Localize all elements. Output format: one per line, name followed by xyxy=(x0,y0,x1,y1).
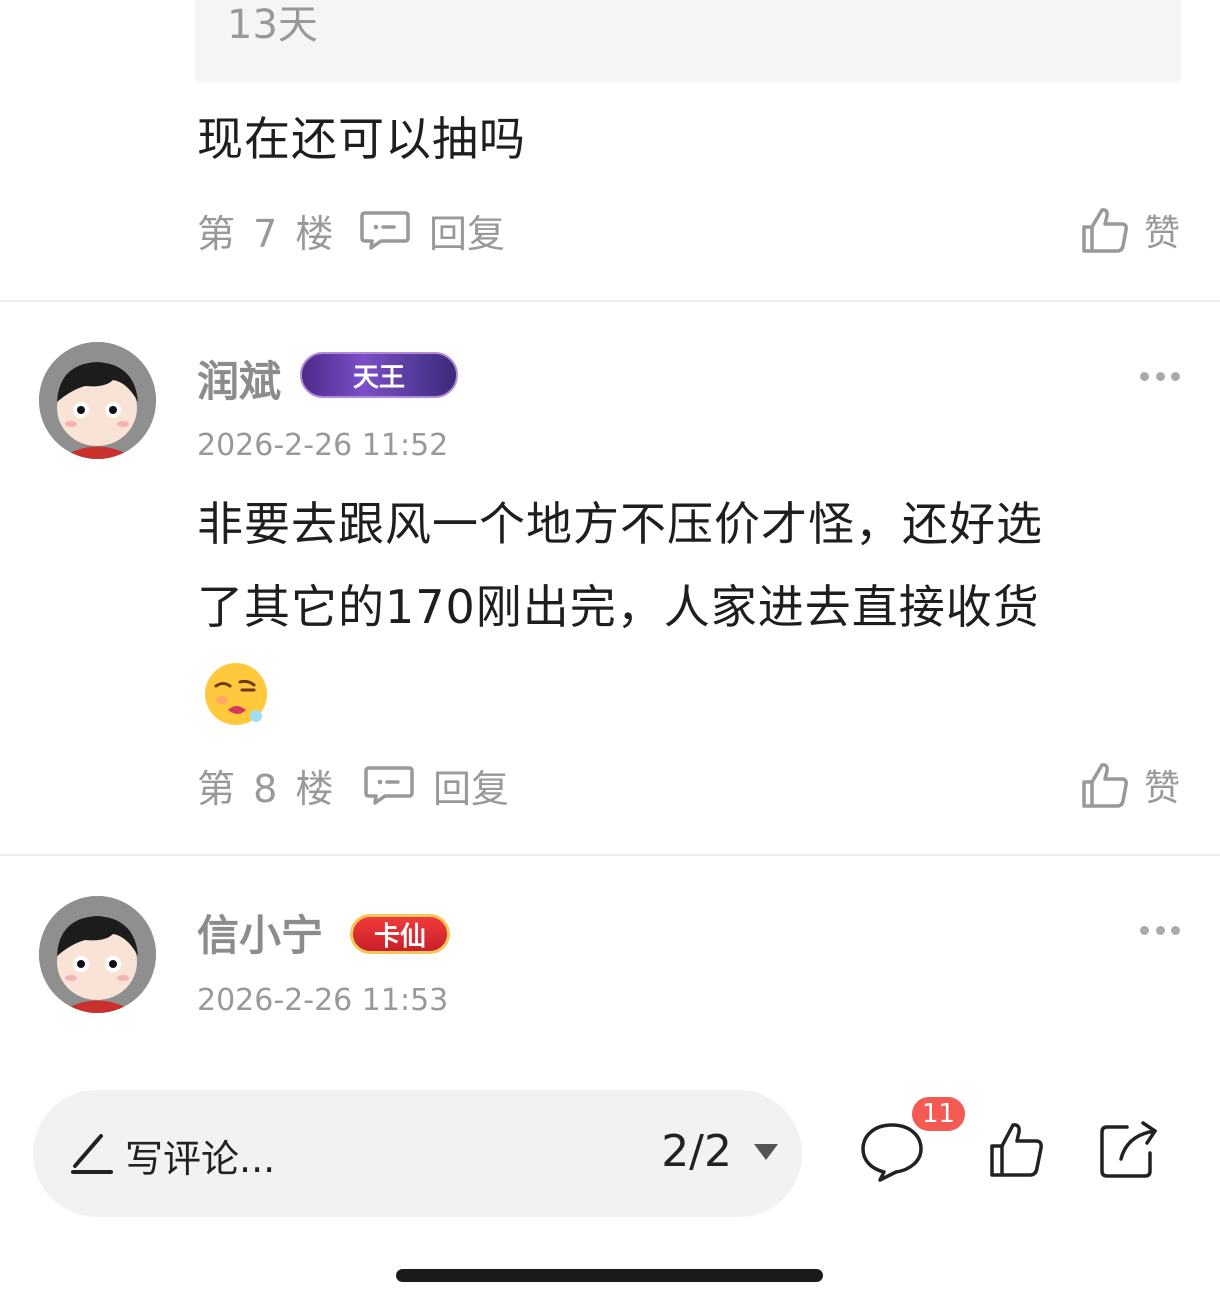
more-dot-icon xyxy=(1140,925,1149,935)
more-dot-icon xyxy=(1140,371,1149,381)
floor-number: 第 8 楼 xyxy=(197,766,337,811)
more-options-button[interactable] xyxy=(1140,370,1180,382)
home-indicator[interactable] xyxy=(396,1269,823,1282)
comment-icon[interactable] xyxy=(858,1119,926,1183)
post-divider xyxy=(0,854,1220,856)
level-badge[interactable]: 天王 xyxy=(300,352,458,398)
thumbs-up-icon xyxy=(1082,208,1128,253)
pencil-icon xyxy=(71,1134,113,1174)
like-label: 赞 xyxy=(1143,768,1180,809)
avatar[interactable] xyxy=(39,342,156,459)
post-timestamp: 2026-2-26 11:53 xyxy=(197,983,449,1018)
reply-icon xyxy=(364,766,414,805)
post-content-line: 了其它的170刚出完，人家进去直接收货 xyxy=(197,580,1040,634)
reply-label: 回复 xyxy=(429,211,506,256)
level-badge[interactable]: 卡仙 xyxy=(350,914,450,954)
more-dot-icon xyxy=(1171,371,1180,381)
more-dot-icon xyxy=(1171,925,1180,935)
thumbs-up-icon[interactable] xyxy=(987,1119,1045,1179)
floor-number: 第 7 楼 xyxy=(197,211,337,256)
post-meta-row: 第 7 楼 回复 赞 xyxy=(197,200,1180,260)
cartoon-boy-avatar-icon xyxy=(39,896,156,1013)
username[interactable]: 润斌 xyxy=(197,348,281,409)
post-content-line: 非要去跟风一个地方不压价才怪，还好选 xyxy=(197,497,1043,551)
caret-down-icon[interactable] xyxy=(752,1142,780,1162)
like-button[interactable]: 赞 xyxy=(1080,759,1180,811)
thumbs-up-icon xyxy=(1082,763,1128,808)
cartoon-boy-avatar-icon xyxy=(39,342,156,459)
like-label: 赞 xyxy=(1143,213,1180,254)
reply-label: 回复 xyxy=(433,766,510,811)
quoted-reply-box: 13天 xyxy=(195,0,1181,82)
share-icon[interactable] xyxy=(1097,1119,1161,1181)
more-dot-icon xyxy=(1155,925,1165,935)
post-timestamp: 2026-2-26 11:52 xyxy=(197,428,449,463)
comment-thread-page: 13天 现在还可以抽吗 第 7 楼 回复 赞 润斌 天王 2026-2-26 1… xyxy=(0,0,1220,1302)
bottom-action-bar: 写评论... 2/2 11 xyxy=(0,1055,1220,1302)
post-divider xyxy=(0,300,1220,302)
comment-count-badge: 11 xyxy=(910,1095,968,1133)
reply-button[interactable]: 回复 xyxy=(363,758,509,813)
reply-icon xyxy=(360,211,410,250)
avatar[interactable] xyxy=(39,896,156,1013)
username[interactable]: 信小宁 xyxy=(197,902,323,963)
drooling-face-emoji-icon xyxy=(205,663,267,725)
page-indicator[interactable]: 2/2 xyxy=(661,1126,732,1177)
like-button[interactable]: 赞 xyxy=(1080,204,1180,256)
quoted-reply-text: 13天 xyxy=(227,2,318,48)
more-dot-icon xyxy=(1155,371,1165,381)
comment-placeholder: 写评论... xyxy=(125,1137,276,1181)
reply-button[interactable]: 回复 xyxy=(359,203,505,258)
more-options-button[interactable] xyxy=(1140,924,1180,936)
post-meta-row: 第 8 楼 回复 赞 xyxy=(197,755,1180,815)
post-content: 现在还可以抽吗 xyxy=(197,112,526,166)
comment-input[interactable]: 写评论... 2/2 xyxy=(33,1090,802,1217)
